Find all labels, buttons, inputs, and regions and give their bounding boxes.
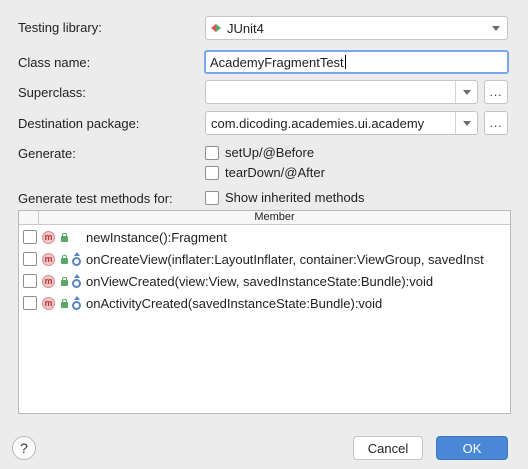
member-column-header[interactable]: Member (39, 211, 510, 224)
override-icon (71, 296, 82, 310)
setup-checkbox[interactable] (205, 145, 219, 160)
class-name-value: AcademyFragmentTest (210, 54, 344, 70)
superclass-select[interactable] (205, 80, 478, 104)
row-checkbox[interactable] (23, 274, 37, 288)
member-table[interactable]: Member m newInstance():Fragment m onCrea… (18, 210, 511, 414)
member-name: newInstance():Fragment (86, 229, 227, 245)
cancel-button[interactable]: Cancel (353, 436, 423, 460)
public-lock-icon (57, 231, 70, 244)
table-header: Member (19, 211, 510, 225)
text-caret (344, 55, 346, 69)
testing-library-label: Testing library: (18, 20, 102, 35)
member-name: onViewCreated(view:View, savedInstanceSt… (86, 273, 434, 289)
superclass-label: Superclass: (18, 85, 86, 100)
method-icon: m (42, 296, 55, 310)
public-lock-icon (57, 253, 70, 266)
teardown-option[interactable]: tearDown/@After (205, 165, 325, 180)
destination-browse-button[interactable]: ... (484, 111, 508, 135)
generate-methods-label: Generate test methods for: (18, 191, 173, 206)
chevron-down-icon[interactable] (455, 81, 477, 103)
method-icon: m (42, 252, 55, 266)
method-icon: m (42, 230, 55, 244)
method-icon: m (42, 274, 55, 288)
table-row[interactable]: m onCreateView(inflater:LayoutInflater, … (23, 249, 484, 269)
junit-icon (211, 23, 221, 33)
class-name-field[interactable]: AcademyFragmentTest (204, 50, 509, 74)
checkbox-column-header (19, 211, 39, 224)
testing-library-select[interactable]: JUnit4 (205, 16, 508, 40)
class-name-label: Class name: (18, 55, 91, 70)
override-icon (71, 252, 82, 266)
member-name: onActivityCreated(savedInstanceState:Bun… (86, 295, 383, 311)
help-button[interactable]: ? (12, 436, 36, 460)
ok-button[interactable]: OK (436, 436, 508, 460)
testing-library-value: JUnit4 (227, 20, 264, 36)
table-row[interactable]: m onViewCreated(view:View, savedInstance… (23, 271, 433, 291)
superclass-browse-button[interactable]: ... (484, 80, 508, 104)
row-checkbox[interactable] (23, 230, 37, 244)
destination-package-label: Destination package: (18, 116, 140, 131)
show-inherited-label: Show inherited methods (225, 190, 365, 205)
show-inherited-checkbox[interactable] (205, 190, 219, 205)
row-checkbox[interactable] (23, 252, 37, 266)
setup-option[interactable]: setUp/@Before (205, 145, 314, 160)
destination-package-value: com.dicoding.academies.ui.academy (211, 115, 425, 131)
row-checkbox[interactable] (23, 296, 37, 310)
public-lock-icon (57, 297, 70, 310)
chevron-down-icon[interactable] (455, 112, 477, 134)
teardown-label: tearDown/@After (225, 165, 325, 180)
chevron-down-icon[interactable] (485, 25, 507, 31)
table-row[interactable]: m newInstance():Fragment (23, 227, 227, 247)
table-row[interactable]: m onActivityCreated(savedInstanceState:B… (23, 293, 382, 313)
setup-label: setUp/@Before (225, 145, 315, 160)
generate-label: Generate: (18, 146, 76, 161)
show-inherited-option[interactable]: Show inherited methods (205, 190, 364, 205)
teardown-checkbox[interactable] (205, 165, 219, 180)
member-name: onCreateView(inflater:LayoutInflater, co… (86, 251, 484, 267)
destination-package-select[interactable]: com.dicoding.academies.ui.academy (205, 111, 478, 135)
override-icon (71, 274, 82, 288)
public-lock-icon (57, 275, 70, 288)
